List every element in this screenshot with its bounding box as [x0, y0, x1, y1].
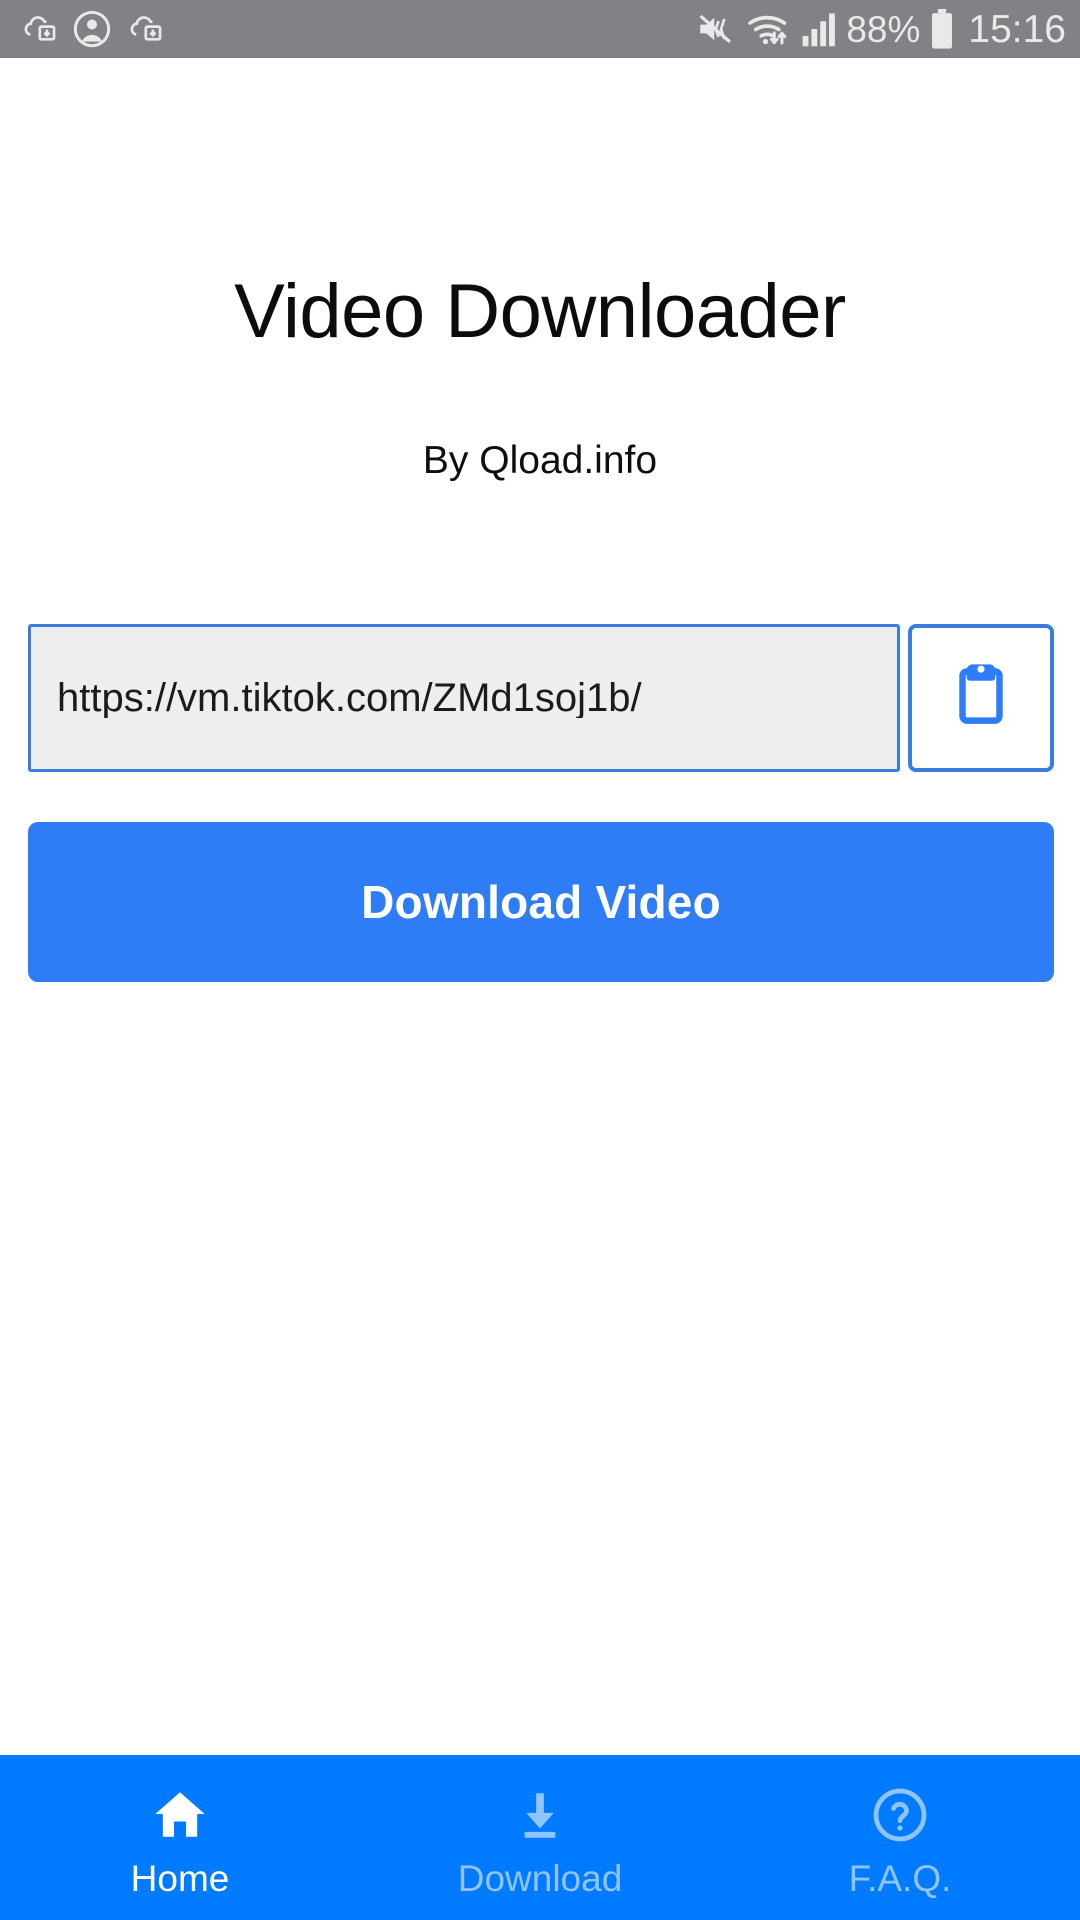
battery-percent-label: 88%: [846, 8, 921, 50]
main-content: Video Downloader By Qload.info https://v…: [0, 58, 1080, 1755]
cellular-signal-icon: [801, 10, 837, 48]
download-video-button[interactable]: Download Video: [28, 822, 1054, 982]
clipboard-icon: [944, 659, 1018, 738]
status-bar-notifications: [20, 9, 164, 49]
cloud-download-icon: [20, 10, 58, 48]
nav-label-home: Home: [130, 1858, 230, 1899]
nav-item-faq[interactable]: F.A.Q.: [720, 1755, 1080, 1920]
download-arrow-icon: [511, 1784, 569, 1846]
wifi-data-transfer-icon: [746, 8, 792, 50]
bottom-navigation: Home Download F.A.Q.: [0, 1755, 1080, 1920]
volume-mute-vibrate-icon: [695, 8, 737, 50]
url-input-row: https://vm.tiktok.com/ZMd1soj1b/: [28, 624, 1054, 772]
page-subtitle: By Qload.info: [422, 439, 658, 482]
url-input-value: https://vm.tiktok.com/ZMd1soj1b/: [57, 678, 642, 718]
nav-item-download[interactable]: Download: [360, 1755, 720, 1920]
status-bar-indicators: 88% 15:16: [695, 8, 1066, 50]
page-title: Video Downloader: [234, 269, 846, 354]
app-screen: 88% 15:16 Video Downloader By Qload.info…: [0, 0, 1080, 1920]
help-circle-icon: [870, 1784, 930, 1846]
nav-item-home[interactable]: Home: [0, 1755, 360, 1920]
status-bar: 88% 15:16: [0, 0, 1080, 58]
paste-button[interactable]: [908, 624, 1054, 772]
url-input[interactable]: https://vm.tiktok.com/ZMd1soj1b/: [28, 624, 900, 772]
nav-label-download: Download: [457, 1858, 623, 1899]
home-icon: [149, 1784, 211, 1846]
status-bar-clock: 15:16: [968, 7, 1066, 51]
account-circle-icon: [72, 9, 112, 49]
cloud-download-icon: [126, 10, 164, 48]
nav-label-faq: F.A.Q.: [848, 1858, 952, 1899]
battery-icon: [929, 8, 955, 50]
